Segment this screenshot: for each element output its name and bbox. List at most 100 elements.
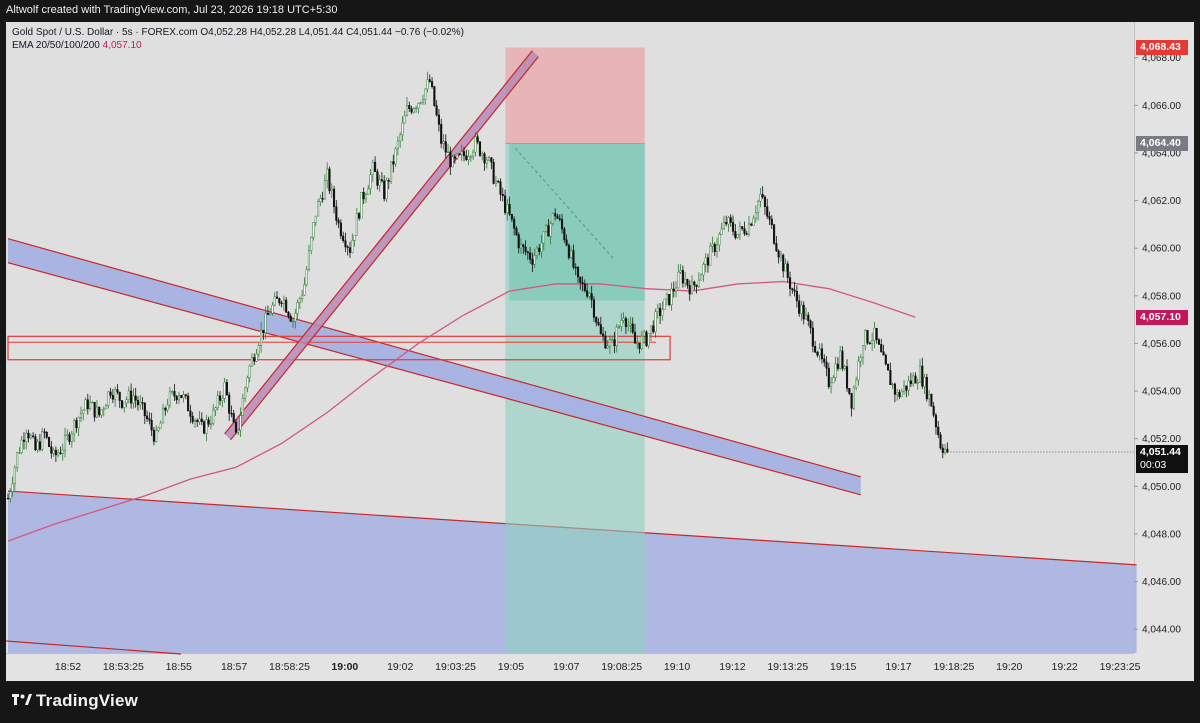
- candle-body: [57, 452, 60, 456]
- candle-body: [538, 247, 541, 253]
- candle-body: [779, 254, 782, 258]
- candle-body: [549, 223, 552, 237]
- candle-body: [713, 243, 716, 253]
- candle-body: [150, 419, 153, 431]
- candle-body: [111, 394, 114, 400]
- candle-body: [784, 263, 787, 272]
- candle-body: [702, 264, 705, 276]
- candle-body: [729, 217, 732, 223]
- candle-body: [690, 281, 694, 295]
- candle-body: [360, 192, 363, 219]
- candle-body: [759, 194, 762, 202]
- candle-body: [59, 452, 62, 454]
- candle-body: [891, 383, 894, 386]
- candle-body: [873, 327, 876, 341]
- candle-body: [380, 179, 383, 182]
- candle-body: [693, 281, 696, 286]
- candle-body: [558, 218, 561, 220]
- candle-body: [768, 216, 771, 220]
- legend-ema-row[interactable]: EMA 20/50/100/200 4,057.10: [12, 39, 464, 52]
- candle-body: [11, 483, 14, 493]
- candle-body: [611, 339, 614, 341]
- candle-body: [203, 421, 206, 434]
- time-tick-label: 18:55: [166, 661, 192, 673]
- credit-bar: Altwolf created with TradingView.com, Ju…: [0, 0, 1200, 22]
- candle-body: [237, 429, 240, 433]
- candle-body: [914, 375, 917, 384]
- time-tick-label: 19:08:25: [601, 661, 642, 673]
- candle-body: [823, 358, 826, 363]
- candle-body: [66, 434, 69, 436]
- candle-body: [50, 446, 53, 454]
- candle-body: [77, 417, 80, 429]
- candle-body: [722, 221, 725, 230]
- candle-body: [670, 288, 673, 306]
- candle-body: [155, 430, 158, 442]
- candle-body: [595, 317, 598, 323]
- chart-area[interactable]: 4,044.00 4,046.00 4,048.00 4,050.00 4,052.00…: [6, 22, 1194, 681]
- candle-body: [134, 395, 137, 401]
- tradingview-logo[interactable]: TradingView: [12, 691, 138, 711]
- candle-body: [200, 418, 203, 422]
- candle-body: [665, 294, 668, 300]
- candle-body: [421, 99, 425, 103]
- candle-body: [43, 431, 46, 433]
- candle-body: [624, 318, 627, 327]
- legend-symbol-row: Gold Spot / U.S. Dollar · 5s · FOREX.com…: [12, 26, 464, 39]
- candle-body: [307, 250, 311, 270]
- candle-body: [941, 447, 944, 453]
- candle-body: [351, 240, 354, 253]
- candle-body: [563, 228, 566, 241]
- candle-body: [34, 436, 37, 451]
- time-tick-label: 19:18:25: [933, 661, 974, 673]
- candle-body: [285, 299, 288, 313]
- candle-body: [453, 156, 456, 159]
- candle-body: [82, 409, 85, 414]
- candle-body: [882, 351, 885, 356]
- candle-body: [763, 196, 767, 207]
- candle-body: [310, 237, 313, 251]
- candle-body: [770, 218, 773, 225]
- candle-body: [212, 409, 215, 424]
- candle-body: [312, 222, 315, 238]
- candle-body: [743, 228, 746, 234]
- candle-body: [565, 239, 568, 246]
- candle-body: [45, 431, 48, 438]
- candle-body: [640, 335, 643, 349]
- candle-body: [260, 329, 263, 346]
- candle-body: [93, 401, 96, 418]
- candle-body: [234, 421, 238, 433]
- candle-body: [481, 153, 484, 156]
- candle-body: [839, 350, 842, 369]
- candle-body: [547, 225, 550, 237]
- candle-body: [645, 331, 648, 347]
- candle-body: [91, 401, 94, 404]
- time-tick-label: 18:52: [55, 661, 81, 673]
- candle-body: [396, 140, 399, 149]
- candle-body: [232, 413, 235, 423]
- price-tick-label: 4,054.00: [1142, 387, 1181, 398]
- candle-body: [303, 284, 306, 296]
- candle-body: [652, 325, 655, 333]
- candle-body: [184, 394, 187, 397]
- candle-body: [369, 174, 372, 190]
- candle-body: [572, 250, 575, 268]
- candle-body: [273, 296, 276, 306]
- price-chart[interactable]: 4,044.00 4,046.00 4,048.00 4,050.00 4,052.00…: [6, 22, 1194, 681]
- candle-body: [346, 246, 349, 249]
- time-tick-label: 18:53:25: [103, 661, 144, 673]
- candle-body: [301, 294, 304, 300]
- candle-body: [830, 382, 833, 387]
- candle-body: [189, 410, 192, 417]
- candle-body: [793, 289, 796, 292]
- candle-body: [47, 437, 51, 447]
- candle-body: [127, 390, 130, 400]
- candle-body: [196, 420, 199, 422]
- candle-body: [944, 448, 947, 453]
- candle-body: [811, 327, 814, 347]
- price-tick-label: 4,048.00: [1142, 529, 1181, 540]
- candle-body: [686, 279, 689, 286]
- credit-text: Altwolf created with TradingView.com, Ju…: [6, 4, 338, 16]
- candle-body: [342, 235, 345, 241]
- time-tick-label: 19:00: [331, 661, 358, 673]
